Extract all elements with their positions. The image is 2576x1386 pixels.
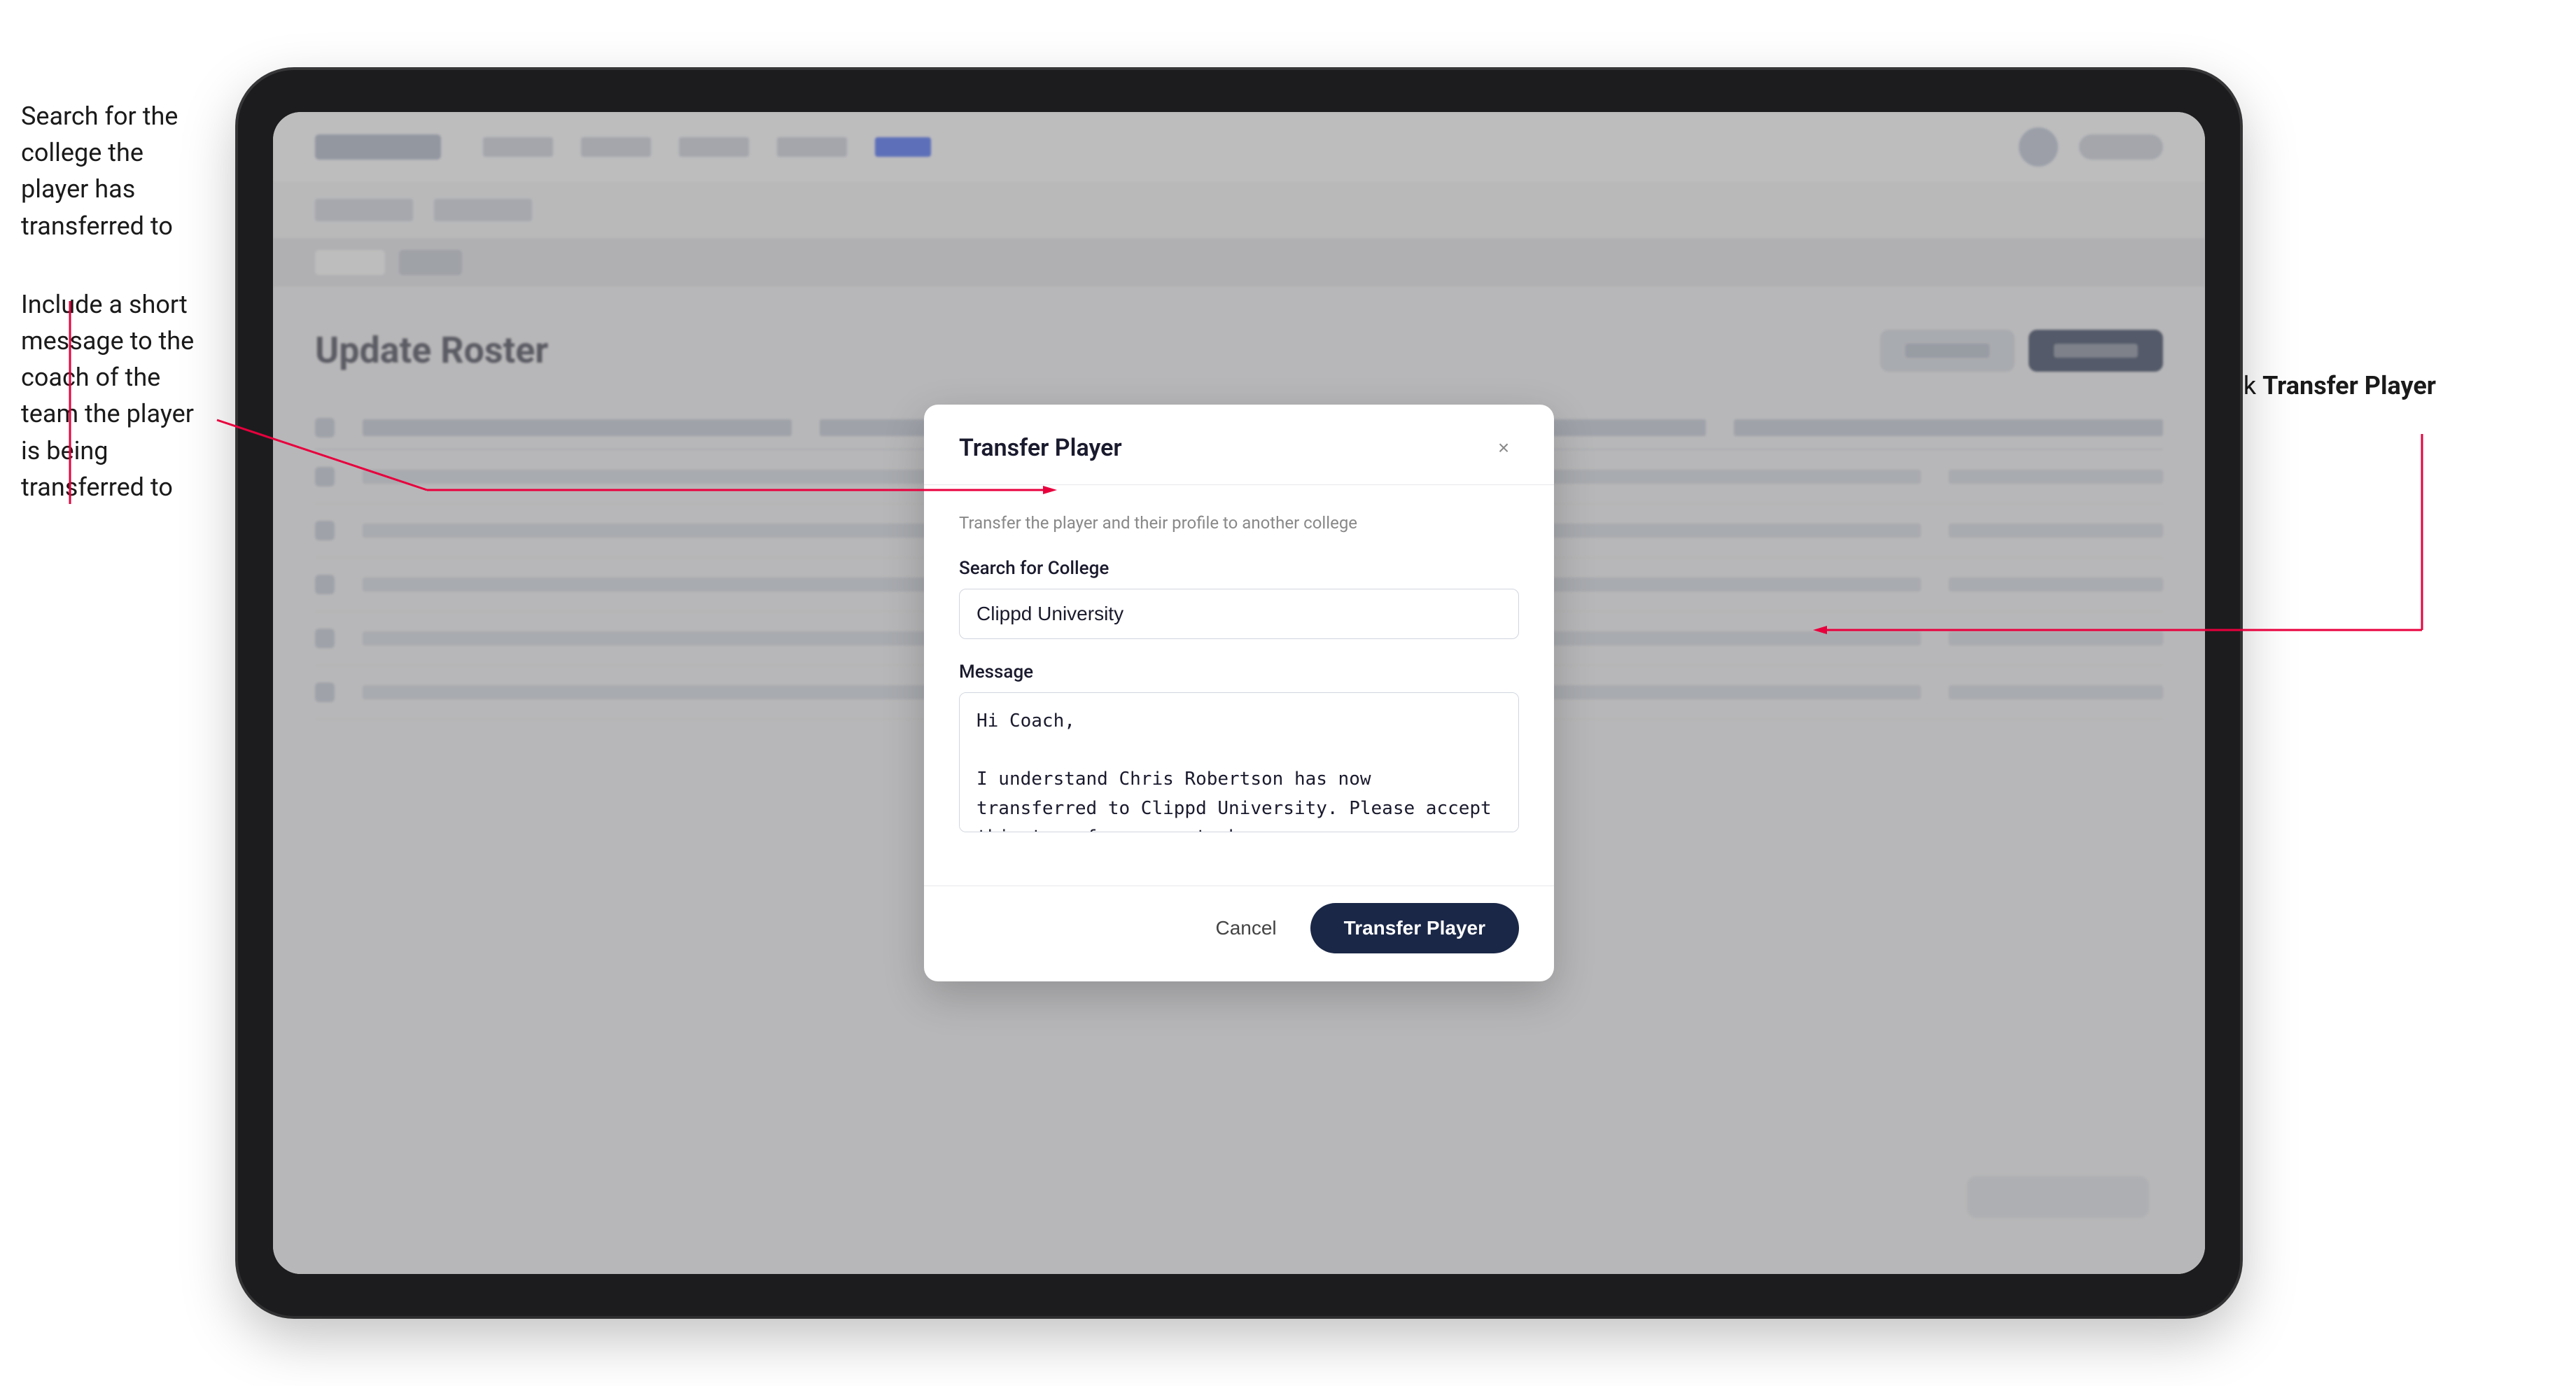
annotation-left: Search for the college the player has tr…	[21, 98, 217, 505]
message-label: Message	[959, 662, 1519, 682]
search-college-label: Search for College	[959, 558, 1519, 579]
annotation-search-text: Search for the college the player has tr…	[21, 98, 217, 244]
search-college-input[interactable]	[959, 589, 1519, 639]
message-textarea[interactable]: Hi Coach, I understand Chris Robertson h…	[959, 692, 1519, 832]
transfer-player-modal: Transfer Player × Transfer the player an…	[924, 405, 1554, 981]
tablet-frame: Update Roster	[238, 70, 2240, 1316]
annotation-transfer-player-label: Transfer Player	[2262, 371, 2436, 400]
tablet-screen: Update Roster	[273, 112, 2205, 1274]
search-college-group: Search for College	[959, 558, 1519, 639]
modal-header: Transfer Player ×	[924, 405, 1554, 485]
modal-subtitle: Transfer the player and their profile to…	[959, 513, 1519, 533]
modal-footer: Cancel Transfer Player	[924, 886, 1554, 981]
close-icon: ×	[1498, 437, 1509, 459]
annotation-message-text: Include a short message to the coach of …	[21, 286, 217, 505]
modal-overlay: Transfer Player × Transfer the player an…	[273, 112, 2205, 1274]
cancel-button[interactable]: Cancel	[1198, 906, 1293, 951]
modal-title: Transfer Player	[959, 434, 1122, 462]
modal-close-button[interactable]: ×	[1488, 433, 1519, 463]
modal-body: Transfer the player and their profile to…	[924, 485, 1554, 886]
transfer-player-button[interactable]: Transfer Player	[1310, 903, 1519, 953]
message-group: Message Hi Coach, I understand Chris Rob…	[959, 662, 1519, 835]
